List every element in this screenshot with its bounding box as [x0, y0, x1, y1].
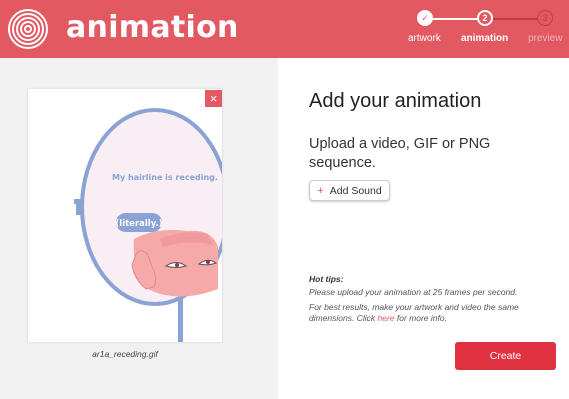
plus-icon: +	[317, 184, 324, 197]
create-label: Create	[489, 350, 522, 362]
add-sound-button[interactable]: + Add Sound	[309, 180, 390, 201]
artwork-caption: My hairline is receding.	[112, 173, 218, 182]
more-info-link[interactable]: here	[378, 313, 395, 323]
bubble-text: (literally.)	[115, 219, 162, 229]
tip-dimensions: For best results, make your artwork and …	[309, 302, 519, 323]
remove-artwork-button[interactable]: ×	[205, 90, 222, 107]
logo-icon	[8, 9, 48, 49]
add-sound-label: Add Sound	[329, 184, 382, 197]
upload-instructions: Upload a video, GIF or PNG sequence.	[309, 136, 491, 171]
step-indicator: ✓ artwork 2 animation 3 preview	[400, 0, 569, 58]
check-icon: ✓	[421, 12, 429, 23]
artwork-preview: (literally.) My hairline is receding.	[28, 89, 222, 342]
app-header: animation ✓ artwork 2 animation 3 previe…	[0, 0, 569, 58]
tips-title: Hot tips:	[309, 274, 344, 284]
artwork-filename: ar1a_receding.gif	[92, 349, 158, 359]
step-artwork-label[interactable]: artwork	[408, 33, 441, 44]
create-button[interactable]: Create	[455, 342, 556, 370]
app-title: animation	[66, 10, 239, 45]
step-connector	[493, 18, 537, 20]
close-icon: ×	[209, 91, 218, 106]
page-title: Add your animation	[309, 90, 482, 112]
step-preview-dot: 3	[537, 10, 553, 26]
step-animation-dot[interactable]: 2	[477, 10, 493, 26]
step-artwork-dot[interactable]: ✓	[417, 10, 433, 26]
step-preview-label: preview	[528, 33, 563, 44]
step-animation-label[interactable]: animation	[461, 33, 508, 44]
step-connector	[432, 18, 477, 20]
artwork-illustration: (literally.) My hairline is receding.	[74, 108, 222, 342]
tip-frame-rate: Please upload your animation at 25 frame…	[309, 287, 518, 297]
